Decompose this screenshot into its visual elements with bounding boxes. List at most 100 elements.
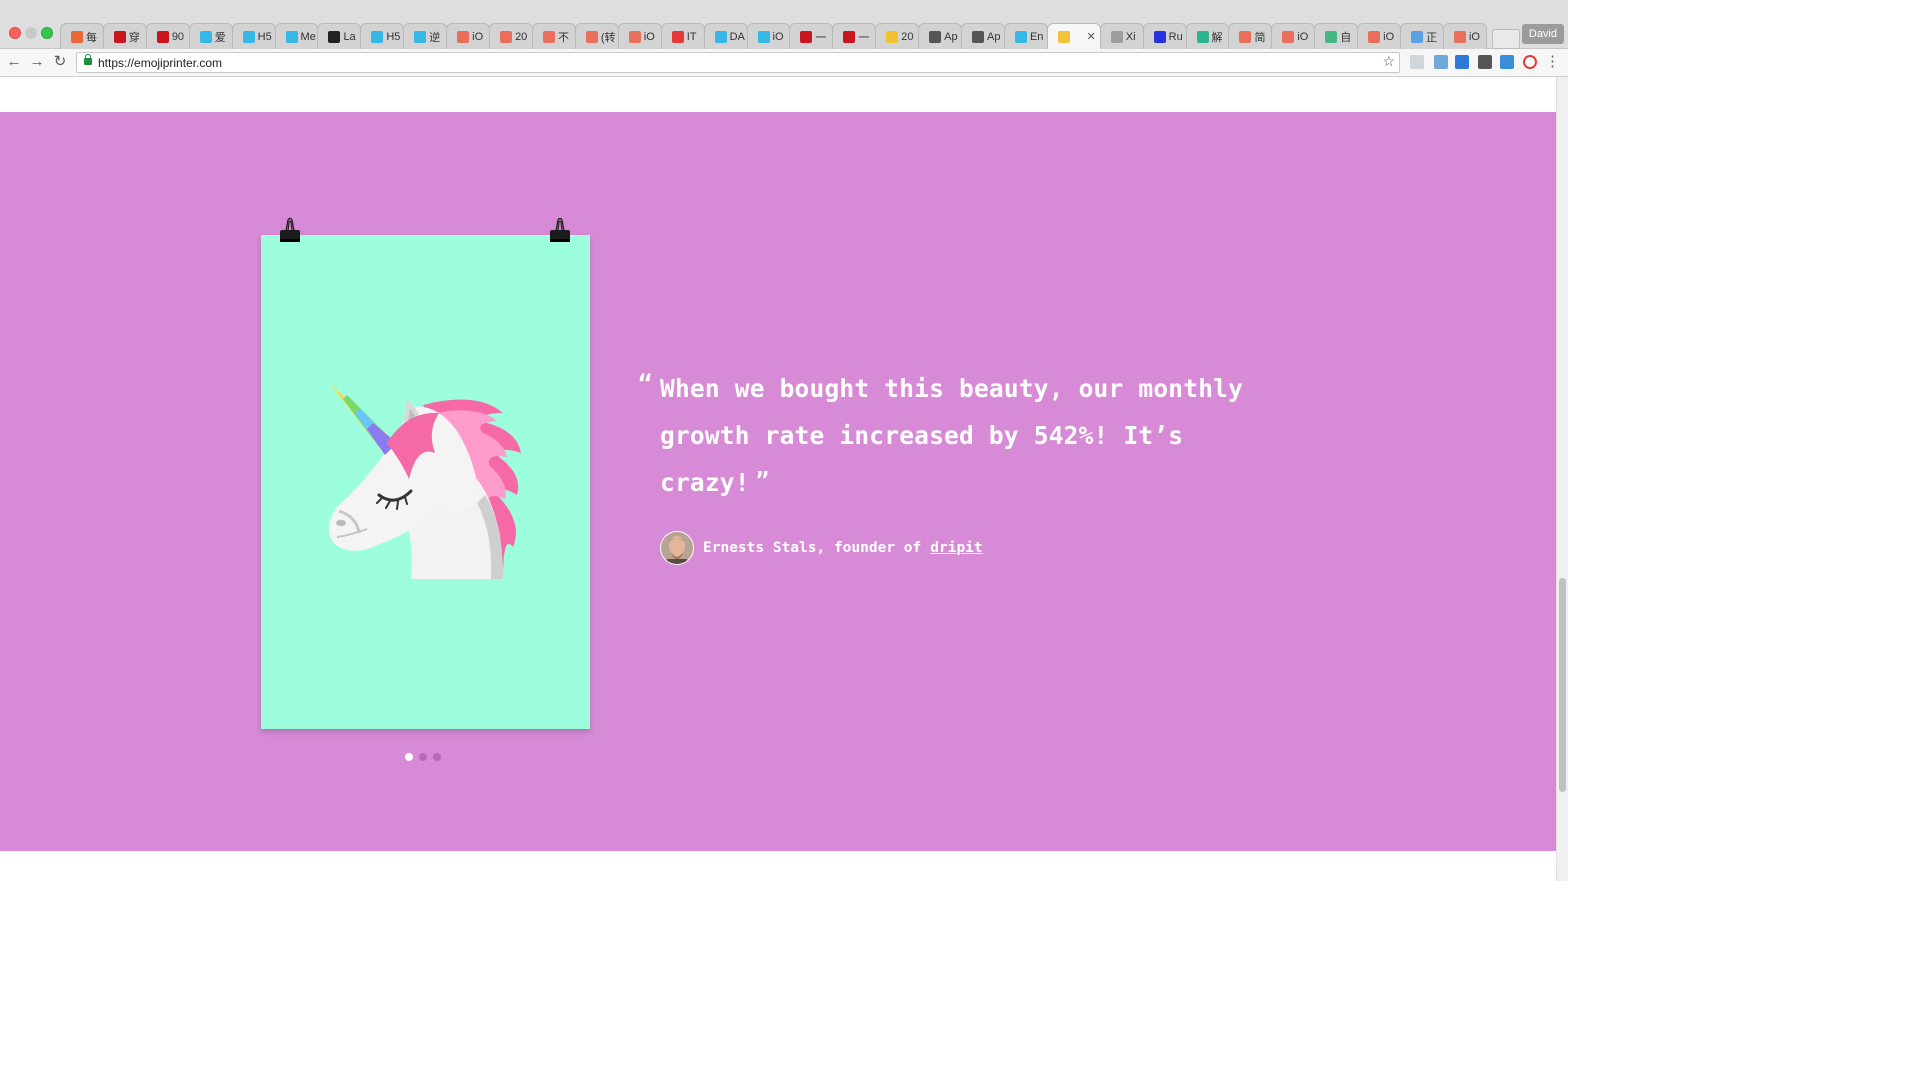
browser-tab[interactable]: Ru <box>1142 23 1187 49</box>
tab-label: 每 <box>86 31 97 44</box>
browser-tab[interactable]: 穿 <box>102 23 147 49</box>
carousel-pagination <box>405 753 441 761</box>
next-icon <box>714 30 727 43</box>
jianshu-icon <box>1239 30 1252 43</box>
tab-label: 90 <box>171 30 185 43</box>
next-icon <box>371 30 384 43</box>
document-icon <box>972 30 985 43</box>
browser-tab[interactable]: 逆 <box>403 23 448 49</box>
browser-tab[interactable]: H5 <box>360 23 405 49</box>
square-icon <box>328 30 341 43</box>
scrollbar-thumb[interactable] <box>1559 578 1566 792</box>
baidu-icon <box>1153 30 1166 43</box>
tab-close-icon[interactable]: ✕ <box>1087 30 1096 43</box>
address-bar[interactable]: https://emojiprinter.com ☆ <box>76 52 1400 73</box>
browser-tab[interactable]: H5 <box>231 23 276 49</box>
close-quote-mark: ” <box>755 469 770 494</box>
browser-tab[interactable]: En <box>1003 23 1048 49</box>
window-zoom-button[interactable] <box>41 27 53 39</box>
tab-label: 穿 <box>128 31 140 44</box>
reload-button[interactable]: ↻ <box>51 53 69 71</box>
tab-label: (转 <box>600 31 616 44</box>
bookmark-star-icon[interactable]: ☆ <box>1382 53 1395 70</box>
company-link[interactable]: dripit <box>930 540 982 556</box>
testimonial-section: “ When we bought this beauty, our monthl… <box>0 112 1556 851</box>
browser-tab[interactable]: 不 <box>531 23 576 49</box>
browser-tab[interactable]: ✕ <box>1046 23 1101 49</box>
carousel-dot[interactable] <box>419 753 427 761</box>
browser-tab[interactable]: La <box>317 23 362 49</box>
browser-tab[interactable]: Me <box>274 23 319 49</box>
profile-button[interactable]: David <box>1521 24 1564 44</box>
extension-share-icon[interactable] <box>1455 55 1469 69</box>
browser-tab[interactable]: 爱 <box>188 23 233 49</box>
browser-tab[interactable]: 正 <box>1400 23 1444 49</box>
browser-tab[interactable]: 20 <box>489 23 533 49</box>
avatar <box>660 531 694 565</box>
browser-tab[interactable]: 90 <box>145 23 190 49</box>
tab-label: 解 <box>1211 31 1223 44</box>
forward-button[interactable]: → <box>28 53 46 71</box>
binder-clip-icon <box>550 217 570 242</box>
url-text: https://emojiprinter.com <box>98 56 223 70</box>
browser-menu-icon[interactable]: ⋮ <box>1545 53 1560 71</box>
browser-tab[interactable]: iO <box>446 23 491 49</box>
extension-opera-icon[interactable] <box>1523 55 1537 69</box>
next-icon <box>285 30 298 43</box>
jianshu-icon <box>542 30 555 43</box>
browser-tab[interactable]: 解 <box>1185 23 1230 49</box>
weather-icon <box>886 30 899 43</box>
carousel-dot[interactable] <box>433 753 441 761</box>
extension-qrcode-icon[interactable] <box>1478 55 1492 69</box>
carousel-dot[interactable] <box>405 753 413 761</box>
browser-tab[interactable]: DA <box>703 23 748 49</box>
next-icon <box>1014 30 1027 43</box>
document-icon <box>929 30 942 43</box>
tab-label: Ap <box>944 30 958 43</box>
vue-icon <box>1325 30 1338 43</box>
browser-tab[interactable]: iO <box>1271 23 1316 49</box>
testimonial-quote: When we bought this beauty, our monthly … <box>660 366 1300 507</box>
page-scrollbar[interactable] <box>1556 77 1568 881</box>
browser-tab[interactable]: 自 <box>1314 23 1359 49</box>
extension-translate-icon[interactable] <box>1410 55 1424 69</box>
window-close-button[interactable] <box>9 27 21 39</box>
tab-label: Ru <box>1168 30 1183 43</box>
open-quote-mark: “ <box>638 370 653 398</box>
tab-label: 爱 <box>214 31 226 44</box>
browser-tab[interactable]: IT <box>660 23 705 49</box>
browser-tab[interactable]: 每 <box>60 23 104 49</box>
extension-download-icon[interactable] <box>1434 55 1448 69</box>
tab-label: DA <box>729 30 745 43</box>
next-icon <box>242 30 255 43</box>
tab-label: iO <box>772 30 784 43</box>
back-button[interactable]: ← <box>5 53 23 71</box>
tab-label: En <box>1029 30 1044 43</box>
browser-tab[interactable]: iO <box>1442 23 1487 49</box>
emoji-sunglasses-icon <box>1057 30 1070 43</box>
browser-tab[interactable]: iO <box>746 23 791 49</box>
testimonial-attribution: Ernests Stals, founder of dripit <box>660 530 983 566</box>
browser-tab[interactable]: 简 <box>1228 23 1273 49</box>
jianshu-icon <box>457 30 470 43</box>
browser-tab[interactable]: 20 <box>875 23 920 49</box>
tab-label: 不 <box>557 31 569 44</box>
browser-tab[interactable]: iO <box>617 23 662 49</box>
browser-tab[interactable]: Ap <box>918 23 963 49</box>
extension-s-icon[interactable] <box>1500 55 1514 69</box>
browser-tab[interactable]: iO <box>1357 23 1402 49</box>
jd-icon <box>113 30 126 43</box>
browser-tab[interactable]: (转 <box>574 23 619 49</box>
new-tab-button[interactable] <box>1491 29 1520 49</box>
browser-tab[interactable]: Xi <box>1099 23 1144 49</box>
jianshu-icon <box>1368 30 1381 43</box>
jianshu-icon <box>585 30 598 43</box>
tab-label: La <box>343 30 356 43</box>
quote-text: When we bought this beauty, our monthly … <box>660 374 1244 497</box>
browser-tab[interactable]: 一 <box>789 23 834 49</box>
browser-tab[interactable]: 一 <box>832 23 877 49</box>
tab-label: Ap <box>987 30 1001 43</box>
browser-tab[interactable]: Ap <box>961 23 1005 49</box>
window-minimize-button[interactable] <box>25 27 37 39</box>
jianshu-icon <box>500 30 513 43</box>
